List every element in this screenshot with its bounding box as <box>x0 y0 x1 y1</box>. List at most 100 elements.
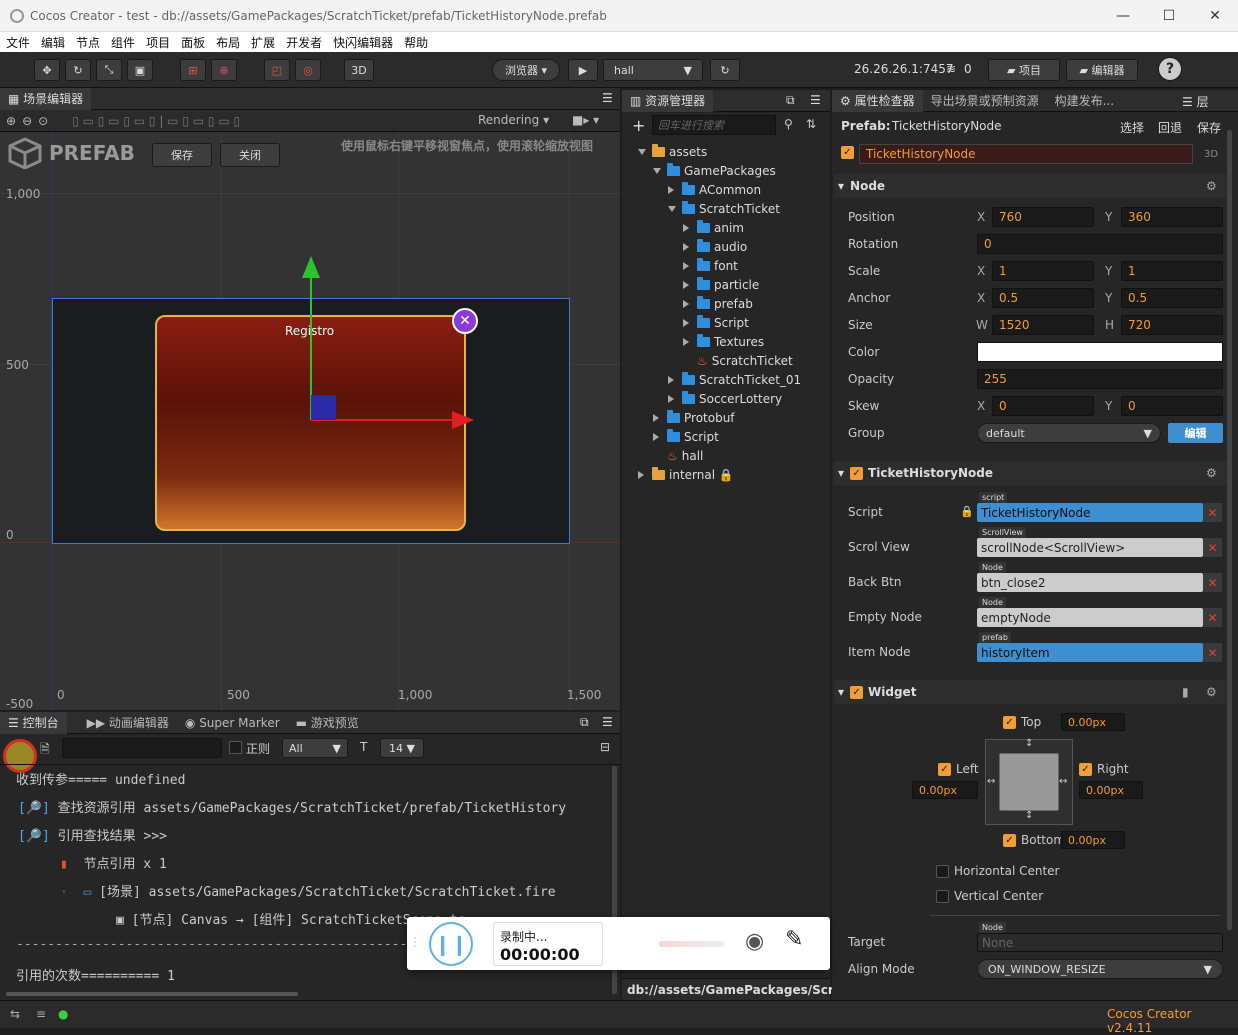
scene-select[interactable]: hall ▼ <box>603 59 703 81</box>
menu-help[interactable]: 帮助 <box>404 34 428 51</box>
gizmo-center-handle[interactable] <box>311 395 336 420</box>
console-hscrollbar[interactable] <box>6 992 298 996</box>
close-button-node-icon[interactable]: ✕ <box>452 308 478 334</box>
zoom-out-icon[interactable]: ⊖ <box>22 114 32 128</box>
size-w-input[interactable]: 1520 <box>992 315 1094 335</box>
prefab-revert-button[interactable]: 回退 <box>1158 119 1182 136</box>
script-field[interactable]: TicketHistoryNode <box>977 503 1203 522</box>
bottom-checkbox[interactable]: ✓ <box>1003 833 1016 847</box>
node-active-checkbox[interactable]: ✓ <box>841 146 854 159</box>
tree-item-textures[interactable]: Textures <box>683 332 764 351</box>
pen-icon[interactable]: ✎ <box>785 927 803 952</box>
rotation-input[interactable]: 0 <box>977 234 1223 254</box>
widget-section-header[interactable]: ▾ ✓ Widget ▮ ⚙ <box>834 680 1226 704</box>
scale-x-input[interactable]: 1 <box>992 261 1094 281</box>
book-icon[interactable]: ▮ <box>1182 685 1189 699</box>
clear-script-icon[interactable]: ✕ <box>1203 503 1222 522</box>
skew-x-input[interactable]: 0 <box>992 396 1094 416</box>
item-node-field[interactable]: historyItem <box>977 643 1203 662</box>
scale-tool-icon[interactable]: ⤡ <box>96 59 122 81</box>
rect-tool-icon[interactable]: ▣ <box>127 59 153 81</box>
scale-y-input[interactable]: 1 <box>1121 261 1223 281</box>
add-asset-icon[interactable]: + <box>632 116 645 135</box>
align-mode-select[interactable]: ON_WINDOW_RESIZE ▼ <box>977 959 1223 979</box>
move-tool-icon[interactable]: ✥ <box>34 59 60 81</box>
tree-item-anim[interactable]: anim <box>683 218 744 237</box>
pivot-local-icon[interactable]: ⊞ <box>180 59 206 81</box>
popout-icon[interactable]: ⧉ <box>580 715 589 730</box>
gizmo-icon[interactable]: ◎ <box>295 59 321 81</box>
font-size-select[interactable]: 14 ▼ <box>380 738 424 758</box>
browser-dropdown[interactable]: 浏览器 ▾ <box>492 59 560 81</box>
project-button[interactable]: ▰ 项目 <box>988 59 1060 81</box>
mode-3d-button[interactable]: 3D <box>344 59 374 81</box>
settings-gear-icon[interactable]: ⚙ <box>1206 179 1217 193</box>
menu-extension[interactable]: 扩展 <box>251 34 275 51</box>
tab-console[interactable]: ☰ 控制台 <box>0 711 67 734</box>
bottom-input[interactable]: 0.00px <box>1061 831 1125 849</box>
tree-item-scratchticket[interactable]: ScratchTicket <box>668 199 780 218</box>
clear-back-btn-icon[interactable]: ✕ <box>1203 573 1222 592</box>
clear-scrollview-icon[interactable]: ✕ <box>1203 538 1222 557</box>
inspector-scrollbar[interactable] <box>1227 130 1232 930</box>
back-btn-field[interactable]: btn_close2 <box>977 573 1203 592</box>
log-level-select[interactable]: All ▼ <box>282 738 348 758</box>
network-icon[interactable]: ⇆ <box>10 1007 20 1021</box>
collapse-icon[interactable]: ⊟ <box>600 740 610 754</box>
tab-game-preview[interactable]: ▬ 游戏预览 <box>288 712 367 734</box>
node-name-input[interactable]: TicketHistoryNode <box>859 144 1193 164</box>
clear-console-icon[interactable]: 🗎 <box>40 740 50 761</box>
tree-item-acommon[interactable]: ACommon <box>668 180 761 199</box>
console-filter-input[interactable] <box>62 738 222 758</box>
menu-edit[interactable]: 编辑 <box>41 34 65 51</box>
sort-icon[interactable]: ⇅ <box>806 117 816 131</box>
node-section-header[interactable]: ▾ Node ⚙ <box>834 174 1226 198</box>
component-section-header[interactable]: ▾ ✓ TicketHistoryNode ⚙ <box>834 461 1226 485</box>
play-icon[interactable]: ▶ <box>568 59 598 81</box>
assets-popout-icon[interactable]: ⧉ <box>786 93 795 108</box>
scene-view[interactable]: 1,000 500 0 -500 0 500 1,000 1,500 Regis… <box>0 110 620 710</box>
menu-developer[interactable]: 开发者 <box>286 34 322 51</box>
tree-item-scratchticket-scene[interactable]: ♨ ScratchTicket <box>697 351 793 370</box>
menu-layout[interactable]: 布局 <box>216 34 240 51</box>
scroll-view-field[interactable]: scrollNode<ScrollView> <box>977 538 1203 557</box>
settings-gear-icon[interactable]: ⚙ <box>1206 685 1217 699</box>
tree-item-assets[interactable]: assets <box>638 142 707 161</box>
prefab-save-button-inspector[interactable]: 保存 <box>1197 119 1221 136</box>
prefab-select-button[interactable]: 选择 <box>1120 119 1144 136</box>
prefab-save-button[interactable]: 保存 <box>152 143 212 167</box>
top-input[interactable]: 0.00px <box>1061 713 1125 731</box>
editor-button[interactable]: ▰ 编辑器 <box>1066 59 1138 81</box>
refresh-icon[interactable]: ↻ <box>710 59 740 81</box>
inspector-menu-icon[interactable]: ☰ 层 <box>1182 93 1209 110</box>
empty-node-field[interactable]: emptyNode <box>977 608 1203 627</box>
tree-item-hall[interactable]: ♨ hall <box>667 446 703 465</box>
gizmo-x-arrow-icon[interactable] <box>452 411 474 429</box>
left-checkbox[interactable]: ✓ <box>938 762 951 776</box>
regex-checkbox[interactable] <box>229 741 242 754</box>
panel-menu-icon[interactable]: ☰ <box>602 91 613 105</box>
close-window-icon[interactable]: ✕ <box>1192 0 1238 32</box>
database-icon[interactable]: ≡ <box>36 1007 46 1021</box>
group-edit-button[interactable]: 编辑 <box>1168 423 1223 443</box>
asset-search-input[interactable]: 回车进行搜索 <box>652 115 776 135</box>
webcam-icon[interactable]: ◉ <box>745 929 764 954</box>
tree-item-audio[interactable]: audio <box>683 237 747 256</box>
tree-item-scratchticket01[interactable]: ScratchTicket_01 <box>668 370 801 389</box>
tree-item-internal[interactable]: internal 🔒 <box>638 465 734 484</box>
prefab-close-button[interactable]: 关闭 <box>220 143 280 167</box>
clear-item-node-icon[interactable]: ✕ <box>1203 643 1222 662</box>
clear-empty-node-icon[interactable]: ✕ <box>1203 608 1222 627</box>
tree-item-font[interactable]: font <box>683 256 738 275</box>
pause-icon[interactable]: ❙❙ <box>429 922 473 966</box>
pivot-center-icon[interactable]: ⊕ <box>211 59 237 81</box>
tree-item-gamepackages[interactable]: GamePackages <box>653 161 776 180</box>
camera-icon[interactable]: ■▸ ▾ <box>572 113 599 127</box>
right-input[interactable]: 0.00px <box>1079 781 1143 799</box>
tree-item-soccerlottery[interactable]: SoccerLottery <box>668 389 782 408</box>
anchor-x-input[interactable]: 0.5 <box>992 288 1094 308</box>
tab-animation[interactable]: ▶▶ 动画编辑器 <box>79 712 177 734</box>
menu-project[interactable]: 项目 <box>146 34 170 51</box>
group-select[interactable]: default ▼ <box>977 423 1161 443</box>
tab-scene-editor[interactable]: ▦ 场景编辑器 <box>0 87 92 110</box>
